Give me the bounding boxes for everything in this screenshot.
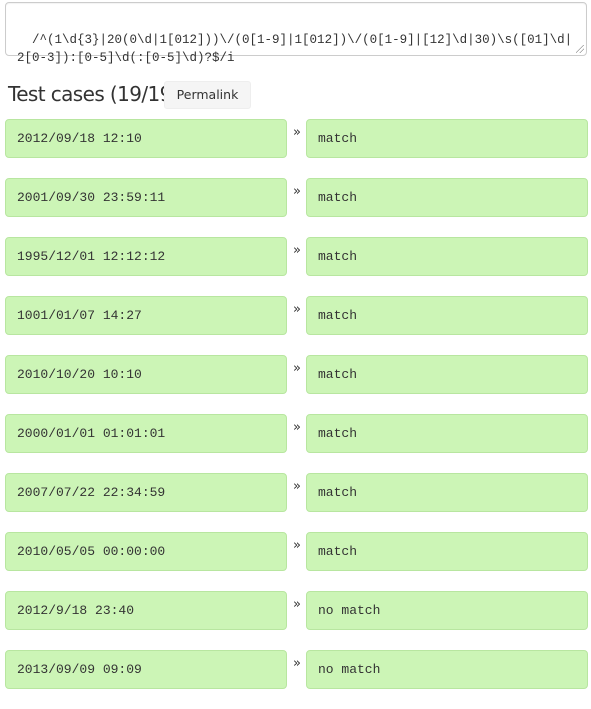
test-input[interactable]: 2000/01/01 01:01:01	[5, 414, 287, 453]
test-result: match	[306, 237, 588, 276]
test-case-row: 2013/09/09 09:09 » no match	[0, 650, 591, 689]
test-result: match	[306, 178, 588, 217]
test-input[interactable]: 2010/05/05 00:00:00	[5, 532, 287, 571]
test-result: match	[306, 355, 588, 394]
regex-text: /^(1\d{3}|20(0\d|1[012]))\/(0[1-9]|1[012…	[17, 33, 573, 65]
arrow-icon: »	[293, 243, 301, 258]
test-input[interactable]: 2012/9/18 23:40	[5, 591, 287, 630]
resize-handle[interactable]	[576, 45, 584, 53]
test-result: match	[306, 473, 588, 512]
test-result: match	[306, 532, 588, 571]
test-case-row: 2010/05/05 00:00:00 » match	[0, 532, 591, 571]
arrow-icon: »	[293, 420, 301, 435]
test-input[interactable]: 1995/12/01 12:12:12	[5, 237, 287, 276]
arrow-icon: »	[293, 597, 301, 612]
test-case-row: 2012/9/18 23:40 » no match	[0, 591, 591, 630]
test-case-row: 2010/10/20 10:10 » match	[0, 355, 591, 394]
test-input[interactable]: 2007/07/22 22:34:59	[5, 473, 287, 512]
arrow-icon: »	[293, 302, 301, 317]
test-result: no match	[306, 591, 588, 630]
arrow-icon: »	[293, 656, 301, 671]
test-case-row: 2007/07/22 22:34:59 » match	[0, 473, 591, 512]
test-case-list: 2012/09/18 12:10 » match 2001/09/30 23:5…	[0, 119, 591, 709]
test-input[interactable]: 2013/09/09 09:09	[5, 650, 287, 689]
test-result: no match	[306, 650, 588, 689]
test-result: match	[306, 296, 588, 335]
arrow-icon: »	[293, 361, 301, 376]
test-case-row: 1995/12/01 12:12:12 » match	[0, 237, 591, 276]
arrow-icon: »	[293, 538, 301, 553]
arrow-icon: »	[293, 125, 301, 140]
test-case-row: 2012/09/18 12:10 » match	[0, 119, 591, 158]
test-case-row: 2001/09/30 23:59:11 » match	[0, 178, 591, 217]
permalink-button[interactable]: Permalink	[164, 81, 251, 109]
test-result: match	[306, 414, 588, 453]
arrow-icon: »	[293, 479, 301, 494]
test-cases-heading: Test cases (19/19)	[8, 82, 180, 106]
test-result: match	[306, 119, 588, 158]
test-input[interactable]: 2001/09/30 23:59:11	[5, 178, 287, 217]
test-case-row: 2000/01/01 01:01:01 » match	[0, 414, 591, 453]
arrow-icon: »	[293, 184, 301, 199]
regex-input[interactable]: /^(1\d{3}|20(0\d|1[012]))\/(0[1-9]|1[012…	[5, 2, 587, 65]
test-input[interactable]: 1001/01/07 14:27	[5, 296, 287, 335]
test-input[interactable]: 2010/10/20 10:10	[5, 355, 287, 394]
test-case-row: 1001/01/07 14:27 » match	[0, 296, 591, 335]
test-input[interactable]: 2012/09/18 12:10	[5, 119, 287, 158]
